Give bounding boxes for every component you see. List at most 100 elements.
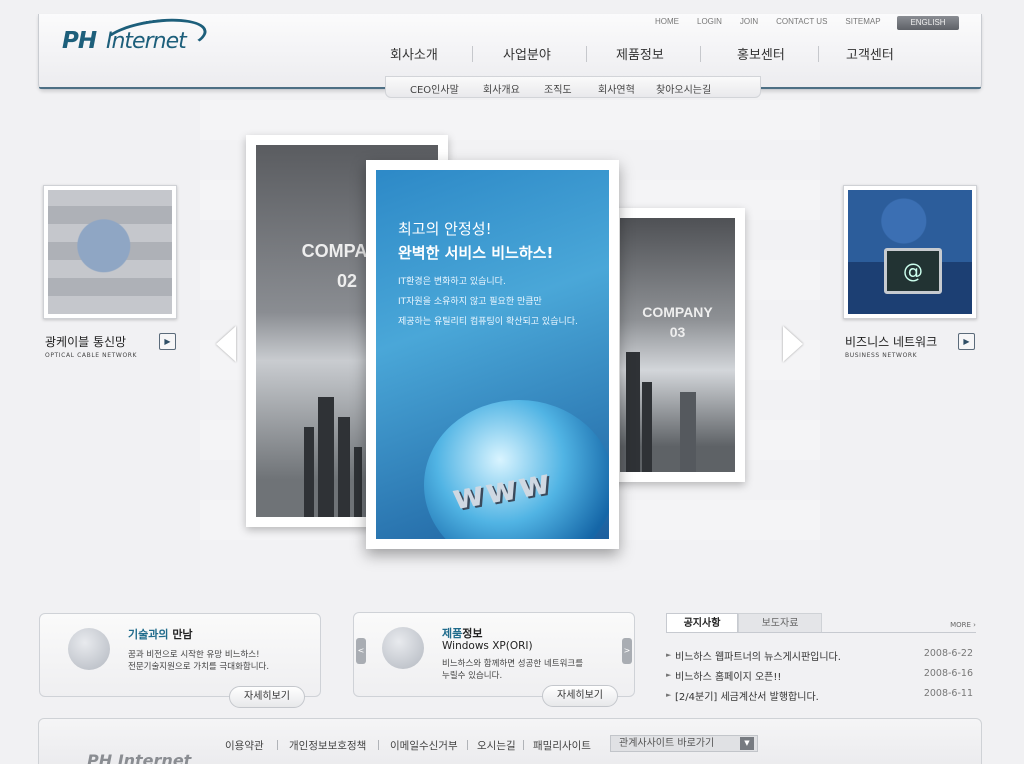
nav-products[interactable]: 제품정보	[616, 44, 664, 63]
left-feature-image[interactable]	[43, 185, 177, 319]
tech-more-button[interactable]: 자세히보기	[229, 686, 305, 708]
carousel-prev-arrow[interactable]	[216, 326, 236, 362]
building-shape	[318, 397, 334, 517]
notice-date: 2008-6-16	[923, 668, 973, 679]
building-shape	[338, 417, 350, 517]
globe-cable-image	[48, 190, 172, 314]
english-button[interactable]: ENGLISH	[897, 16, 959, 30]
building-shape	[680, 392, 696, 472]
notice-row: ► [2/4분기] 세금계산서 발행합니다. 2008-6-11	[666, 688, 976, 704]
site-logo[interactable]: PH Internet	[62, 12, 212, 64]
product-box: < > 제품정보 Windows XP(ORI) 비느하스와 함께하면 성공한 …	[353, 612, 635, 707]
building-shape	[304, 427, 314, 517]
product-title-rest: 정보	[462, 627, 483, 640]
notice-title[interactable]: [2/4분기] 세금계산서 발행합니다.	[675, 688, 819, 703]
building-shape	[354, 447, 362, 517]
left-feature-go-button[interactable]: ▶	[159, 333, 176, 350]
left-feature-title: 광케이블 통신망	[45, 335, 127, 349]
product-next-button[interactable]: >	[622, 638, 632, 664]
logo-internet: Internet	[106, 29, 187, 54]
tech-title-rest: 만남	[168, 628, 193, 641]
product-more-button[interactable]: 자세히보기	[542, 685, 618, 707]
carousel-next-arrow[interactable]	[783, 326, 803, 362]
product-name: Windows XP(ORI)	[442, 640, 533, 652]
nav-business[interactable]: 사업분야	[503, 44, 551, 63]
main-banner: 최고의 안정성! 완벽한 서비스 비느하스! IT환경은 변화하고 있습니다. …	[376, 170, 609, 539]
bullet-icon: ►	[666, 691, 672, 699]
banner-body-line: IT자원을 소유하지 않고 필요한 만큼만	[398, 297, 542, 307]
main-nav: 회사소개 사업분야 제품정보 홍보센터 고객센터	[360, 44, 920, 64]
notice-date: 2008-6-11	[923, 688, 973, 699]
tab-press[interactable]: 보도자료	[738, 613, 822, 633]
product-desc-line: 누릴수 있습니다.	[442, 671, 503, 681]
tech-box: 기술과의 만남 꿈과 비전으로 시작한 유망 비느하스! 전문기술지원으로 가치…	[39, 613, 321, 708]
sub-nav: CEO인사말 회사개요 조직도 회사연혁 찾아오시는길	[385, 76, 761, 98]
affiliate-site-select[interactable]: 관계사사이트 바로가기 ▼	[610, 735, 758, 752]
product-prev-button[interactable]: <	[356, 638, 366, 664]
card-number: 03	[669, 324, 686, 340]
subnav-history[interactable]: 회사연혁	[598, 81, 635, 96]
subnav-location[interactable]: 찾아오시는길	[656, 81, 711, 96]
nav-sep	[818, 46, 819, 62]
ie-icon	[68, 628, 110, 670]
product-title-accent: 제품	[442, 627, 463, 640]
right-feature-title: 비즈니스 네트워크	[845, 335, 938, 349]
footer-sep	[277, 740, 278, 750]
tech-desc-line: 전문기술지원으로 가치를 극대화합니다.	[128, 662, 270, 672]
network-monitor-image: @	[848, 190, 972, 314]
carousel-card-main[interactable]: 최고의 안정성! 완벽한 서비스 비느하스! IT환경은 변화하고 있습니다. …	[366, 160, 619, 549]
product-desc-line: 비느하스와 함께하면 성공한 네트워크를	[442, 659, 584, 669]
utility-nav: HOME LOGIN JOIN CONTACT US SITEMAP	[655, 17, 899, 26]
banner-headline-2: 완벽한 서비스 비느하스!	[398, 244, 554, 262]
tech-title-accent: 기술과의	[128, 628, 169, 641]
footer-sep	[378, 740, 379, 750]
affiliate-select-value: 관계사사이트 바로가기	[619, 738, 715, 749]
util-join[interactable]: JOIN	[740, 17, 758, 26]
footer-link-family[interactable]: 패밀리사이트	[533, 738, 591, 753]
right-feature-subtitle: BUSINESS NETWORK	[845, 352, 918, 359]
monitor-icon: @	[884, 248, 942, 294]
nav-sep	[700, 46, 701, 62]
util-home[interactable]: HOME	[655, 17, 679, 26]
nav-sep	[586, 46, 587, 62]
notice-title[interactable]: 비느하스 홈페이지 오픈!!	[675, 668, 781, 683]
right-feature-go-button[interactable]: ▶	[958, 333, 975, 350]
bullet-icon: ►	[666, 671, 672, 679]
logo-ph: PH	[62, 28, 97, 54]
card-label: COMPANY	[642, 304, 713, 320]
footer: PH Internet 이용약관 개인정보보호정책 이메일수신거부 오시는길 패…	[38, 718, 982, 764]
footer-link-terms[interactable]: 이용약관	[225, 738, 264, 753]
footer-link-privacy[interactable]: 개인정보보호정책	[289, 738, 366, 753]
left-feature-subtitle: OPTICAL CABLE NETWORK	[45, 352, 138, 359]
footer-link-email-refuse[interactable]: 이메일수신거부	[390, 738, 458, 753]
nav-support[interactable]: 고객센터	[846, 44, 894, 63]
subnav-ceo[interactable]: CEO인사말	[410, 81, 459, 96]
bullet-icon: ►	[666, 651, 672, 659]
tech-box-title: 기술과의 만남	[128, 626, 193, 642]
banner-headline-1: 최고의 안정성!	[398, 220, 492, 238]
nav-sep	[472, 46, 473, 62]
building-shape	[626, 352, 640, 472]
notice-date: 2008-6-22	[923, 648, 973, 659]
footer-sep	[523, 740, 524, 750]
footer-link-location[interactable]: 오시는길	[477, 738, 516, 753]
notice-row: ► 비느하스 홈페이지 오픈!! 2008-6-16	[666, 668, 976, 684]
subnav-overview[interactable]: 회사개요	[483, 81, 520, 96]
tech-desc-line: 꿈과 비전으로 시작한 유망 비느하스!	[128, 650, 260, 660]
nav-pr[interactable]: 홍보센터	[737, 44, 785, 63]
right-feature-image[interactable]: @	[843, 185, 977, 319]
util-contact[interactable]: CONTACT US	[776, 17, 827, 26]
notice-board: 공지사항 보도자료 MORE › ► 비느하스 웹파트너의 뉴스게시판입니다. …	[666, 613, 976, 708]
play-icon: ▶	[963, 337, 970, 346]
nav-company[interactable]: 회사소개	[390, 44, 438, 63]
notice-title[interactable]: 비느하스 웹파트너의 뉴스게시판입니다.	[675, 648, 841, 663]
carousel-card-company-03[interactable]: COMPANY 03	[610, 208, 745, 482]
util-login[interactable]: LOGIN	[697, 17, 722, 26]
subnav-org[interactable]: 조직도	[544, 81, 572, 96]
chevron-down-icon: ▼	[740, 737, 754, 750]
util-sitemap[interactable]: SITEMAP	[845, 17, 880, 26]
tab-notice[interactable]: 공지사항	[666, 613, 738, 633]
notice-more-link[interactable]: MORE ›	[950, 621, 976, 629]
footer-logo: PH Internet	[87, 751, 197, 764]
footer-sep	[467, 740, 468, 750]
